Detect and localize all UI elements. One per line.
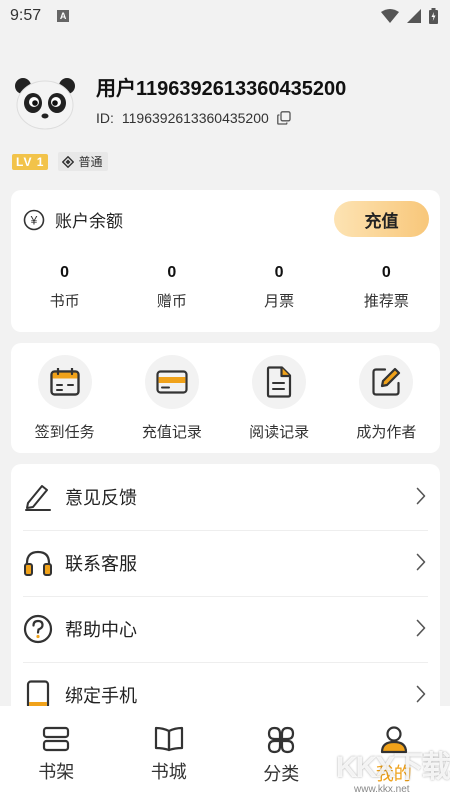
edit-icon [372,367,401,396]
pencil-icon [25,485,51,511]
panda-avatar[interactable] [14,76,76,130]
level-badge: LV 1 [12,153,49,170]
stat-label: 赠币 [156,292,187,310]
stat-value: 0 [381,264,391,281]
shortcut-become-author[interactable]: 成为作者 [333,343,440,453]
stat-monthly-tickets[interactable]: 0 月票 [226,264,333,311]
stat-value: 0 [274,264,284,281]
menu-item-feedback[interactable]: 意见反馈 [11,464,440,530]
signal-icon [407,9,421,23]
watermark-logo: KKX下载 [336,751,450,784]
shortcut-reading-history[interactable]: 阅读记录 [226,343,333,453]
menu-label: 意见反馈 [65,488,137,509]
copy-icon[interactable] [276,111,291,125]
shortcut-label: 成为作者 [356,423,417,441]
headphones-icon [24,550,52,576]
status-bar: 9:57 A [0,0,450,32]
balance-stats: 0 书币 0 赠币 0 月票 0 推荐票 [11,264,440,311]
shortcut-label: 签到任务 [34,423,95,441]
stat-value: 0 [60,264,70,281]
shortcut-recharge-records[interactable]: 充值记录 [118,343,225,453]
stat-book-coins[interactable]: 0 书币 [11,264,118,311]
settings-menu: 意见反馈 联系客服 帮助中心 绑定手机 [11,464,440,724]
svg-text:¥: ¥ [30,213,38,227]
tab-label: 分类 [263,764,300,785]
card-icon [156,370,188,394]
user-id-row: ID: 1196392613360435200 [96,110,291,126]
question-icon [23,614,53,644]
stat-label: 推荐票 [363,292,409,310]
stat-recommend-tickets[interactable]: 0 推荐票 [333,264,440,311]
chevron-right-icon [416,553,426,571]
tab-category[interactable]: 分类 [225,706,338,800]
shortcut-sign-in-tasks[interactable]: 签到任务 [11,343,118,453]
status-time: 9:57 [10,7,42,24]
stat-gift-coins[interactable]: 0 赠币 [118,264,225,311]
user-id-label: ID: [96,110,114,126]
menu-item-customer-service[interactable]: 联系客服 [11,530,440,596]
level-badges: LV 1 普通 [12,152,109,171]
document-icon [267,366,292,398]
chevron-right-icon [416,487,426,505]
wifi-icon [381,9,399,23]
book-open-icon [154,726,183,752]
calendar-icon [50,368,80,396]
stat-value: 0 [167,264,177,281]
member-type-label: 普通 [78,155,103,169]
balance-header: ¥ 账户余额 [23,207,123,232]
user-id-value: 1196392613360435200 [121,110,269,126]
watermark-url: www.kkx.net [354,784,410,795]
diamond-icon [62,155,75,168]
recharge-button[interactable]: 充值 [334,201,429,237]
notification-icon: A [57,10,70,22]
stat-label: 书币 [49,292,80,310]
bookshelf-icon [43,726,70,752]
menu-label: 帮助中心 [65,620,137,641]
member-type-tag: 普通 [58,152,109,171]
shortcut-label: 充值记录 [141,423,202,441]
menu-label: 绑定手机 [65,686,137,707]
battery-icon [429,8,438,24]
tab-label: 书城 [150,762,187,783]
balance-card: ¥ 账户余额 充值 0 书币 0 赠币 0 月票 0 推荐票 [11,190,440,332]
chevron-right-icon [416,685,426,703]
profile-header: 用户1196392613360435200 ID: 11963926133604… [14,72,434,132]
shortcuts-card: 签到任务 充值记录 阅读记录 成为作者 [11,343,440,453]
tab-bookshelf[interactable]: 书架 [0,706,113,800]
menu-item-help-center[interactable]: 帮助中心 [11,596,440,662]
tab-bookstore[interactable]: 书城 [113,706,226,800]
shortcut-label: 阅读记录 [249,423,310,441]
status-indicators [381,8,438,24]
username: 用户1196392613360435200 [96,78,347,100]
balance-title: 账户余额 [55,212,123,232]
category-icon [268,726,295,754]
yen-coin-icon: ¥ [23,209,45,230]
menu-label: 联系客服 [65,554,137,575]
chevron-right-icon [416,619,426,637]
stat-label: 月票 [264,292,295,310]
tab-label: 书架 [38,762,75,783]
